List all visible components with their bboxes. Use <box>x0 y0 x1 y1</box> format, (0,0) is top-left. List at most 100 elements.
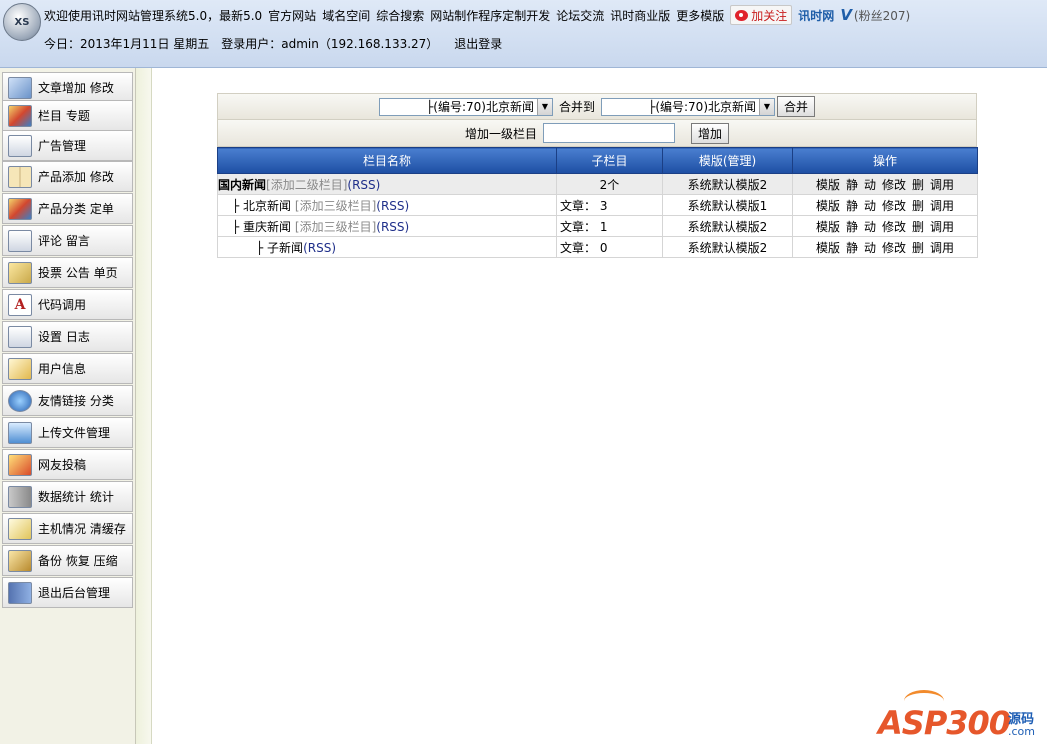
link-custom-dev[interactable]: 网站制作程序定制开发 <box>430 7 550 24</box>
follow-button[interactable]: 加关注 <box>730 5 793 25</box>
logout-link[interactable]: 退出登录 <box>454 35 502 52</box>
column-name[interactable]: 北京新闻 <box>243 199 291 213</box>
product-book-icon <box>8 165 32 188</box>
op-static[interactable]: 静 <box>846 178 858 192</box>
op-call[interactable]: 调用 <box>930 241 954 255</box>
link-domain-space[interactable]: 域名空间 <box>322 7 370 24</box>
add-sub-column-link[interactable]: [添加二级栏目] <box>266 178 347 192</box>
column-name-cell: ├ 重庆新闻 [添加三级栏目](RSS) <box>217 215 557 237</box>
merge-from-select[interactable]: ├(编号:70)北京新闻 ▼ <box>378 97 553 116</box>
op-template[interactable]: 模版 <box>816 220 840 234</box>
add-sub-column-link[interactable]: [添加三级栏目] <box>295 220 376 234</box>
merge-to-label: 合并到 <box>558 100 595 114</box>
sidebar-item-user[interactable]: 用户信息 <box>2 353 133 384</box>
sidebar-item-ads[interactable]: 广告管理 <box>2 130 133 161</box>
link-official-site[interactable]: 官方网站 <box>268 7 316 24</box>
column-name[interactable]: 国内新闻 <box>218 178 266 192</box>
actions-cell: 模版静动修改删调用 <box>792 236 978 258</box>
actions-cell: 模版静动修改删调用 <box>792 194 978 216</box>
sidebar-item-backup[interactable]: 备份 恢复 压缩 <box>2 545 133 576</box>
sidebar-item-comment[interactable]: 评论 留言 <box>2 225 133 256</box>
op-static[interactable]: 静 <box>846 241 858 255</box>
rss-link[interactable]: (RSS) <box>376 220 409 234</box>
sidebar-item-label: 代码调用 <box>38 298 87 312</box>
sidebar-item-article[interactable]: 文章增加 修改 <box>2 72 133 103</box>
merge-to-select[interactable]: ├(编号:70)北京新闻 ▼ <box>601 97 775 116</box>
asp300-watermark-logo: ASP300 源码 .com <box>876 690 1041 742</box>
rss-link[interactable]: (RSS) <box>347 178 380 192</box>
sidebar-item-label: 评论 留言 <box>38 234 90 248</box>
ad-manage-icon <box>8 134 32 157</box>
op-call[interactable]: 调用 <box>930 178 954 192</box>
column-name[interactable]: 重庆新闻 <box>243 220 291 234</box>
op-static[interactable]: 静 <box>846 199 858 213</box>
link-forum[interactable]: 论坛交流 <box>556 7 604 24</box>
sidebar-item-vote[interactable]: 投票 公告 单页 <box>2 257 133 288</box>
op-dynamic[interactable]: 动 <box>864 241 876 255</box>
template-cell[interactable]: 系统默认模版2 <box>662 236 793 258</box>
fans-count: (粉丝207) <box>853 8 911 23</box>
op-edit[interactable]: 修改 <box>882 199 906 213</box>
op-template[interactable]: 模版 <box>816 178 840 192</box>
table-header-row: 栏目名称 子栏目 模版(管理) 操作 <box>217 147 978 174</box>
op-template[interactable]: 模版 <box>816 241 840 255</box>
op-static[interactable]: 静 <box>846 220 858 234</box>
template-cell[interactable]: 系统默认模版2 <box>662 215 793 237</box>
brand-link[interactable]: 讯时网 <box>798 7 834 24</box>
op-delete[interactable]: 删 <box>912 178 924 192</box>
user-info-icon <box>8 357 32 380</box>
link-search[interactable]: 综合搜索 <box>376 7 424 24</box>
sidebar-item-code[interactable]: A 代码调用 <box>2 289 133 320</box>
sidebar-item-stats[interactable]: 数据统计 统计 <box>2 481 133 512</box>
add-column-row: 增加一级栏目 增加 <box>217 120 977 147</box>
sidebar-item-settings[interactable]: 设置 日志 <box>2 321 133 352</box>
add-column-input[interactable] <box>543 123 675 143</box>
chevron-down-icon[interactable]: ▼ <box>536 98 552 115</box>
column-topic-icon <box>8 104 32 127</box>
sidebar-item-label: 友情链接 分类 <box>38 394 114 408</box>
column-manage-panel: ├(编号:70)北京新闻 ▼ 合并到 ├(编号:70)北京新闻 ▼ 合并 增加一… <box>217 93 978 258</box>
rss-link[interactable]: (RSS) <box>303 241 336 255</box>
template-cell[interactable]: 系统默认模版2 <box>662 173 793 195</box>
sidebar-item-column[interactable]: 栏目 专题 <box>2 100 133 131</box>
column-name-cell: ├ 子新闻(RSS) <box>217 236 557 258</box>
link-commercial[interactable]: 讯时商业版 <box>610 7 670 24</box>
tree-prefix: ├ <box>256 240 268 255</box>
op-dynamic[interactable]: 动 <box>864 199 876 213</box>
sidebar-item-host[interactable]: 主机情况 清缓存 <box>2 513 133 544</box>
link-more-templates[interactable]: 更多模版 <box>676 7 724 24</box>
rss-link[interactable]: (RSS) <box>376 199 409 213</box>
sidebar-item-label: 备份 恢复 压缩 <box>38 554 118 568</box>
sidebar-item-exit[interactable]: 退出后台管理 <box>2 577 133 608</box>
template-cell[interactable]: 系统默认模版1 <box>662 194 793 216</box>
subcolumn-cell: 2个 <box>556 173 663 195</box>
sidebar-item-label: 广告管理 <box>38 139 87 153</box>
sidebar-item-links[interactable]: 友情链接 分类 <box>2 385 133 416</box>
chevron-down-icon[interactable]: ▼ <box>759 98 774 115</box>
op-dynamic[interactable]: 动 <box>864 220 876 234</box>
op-edit[interactable]: 修改 <box>882 178 906 192</box>
sidebar-item-label: 栏目 专题 <box>38 109 90 123</box>
op-delete[interactable]: 删 <box>912 241 924 255</box>
op-edit[interactable]: 修改 <box>882 241 906 255</box>
op-call[interactable]: 调用 <box>930 199 954 213</box>
op-edit[interactable]: 修改 <box>882 220 906 234</box>
op-call[interactable]: 调用 <box>930 220 954 234</box>
weibo-icon <box>735 9 749 21</box>
op-delete[interactable]: 删 <box>912 199 924 213</box>
sidebar-item-product[interactable]: 产品添加 修改 <box>2 161 133 192</box>
column-name[interactable]: 子新闻 <box>267 241 303 255</box>
merge-row: ├(编号:70)北京新闻 ▼ 合并到 ├(编号:70)北京新闻 ▼ 合并 <box>217 93 977 120</box>
sidebar-item-label: 产品添加 修改 <box>38 170 114 184</box>
add-button[interactable]: 增加 <box>691 122 730 144</box>
merge-button[interactable]: 合并 <box>777 96 816 117</box>
op-delete[interactable]: 删 <box>912 220 924 234</box>
op-template[interactable]: 模版 <box>816 199 840 213</box>
sidebar-item-product-category[interactable]: 产品分类 定单 <box>2 193 133 224</box>
sidebar-item-upload[interactable]: 上传文件管理 <box>2 417 133 448</box>
sidebar-item-contribution[interactable]: 网友投稿 <box>2 449 133 480</box>
subcolumn-cell: 文章： 0 <box>556 236 663 258</box>
op-dynamic[interactable]: 动 <box>864 178 876 192</box>
add-sub-column-link[interactable]: [添加三级栏目] <box>295 199 376 213</box>
actions-cell: 模版静动修改删调用 <box>792 173 978 195</box>
